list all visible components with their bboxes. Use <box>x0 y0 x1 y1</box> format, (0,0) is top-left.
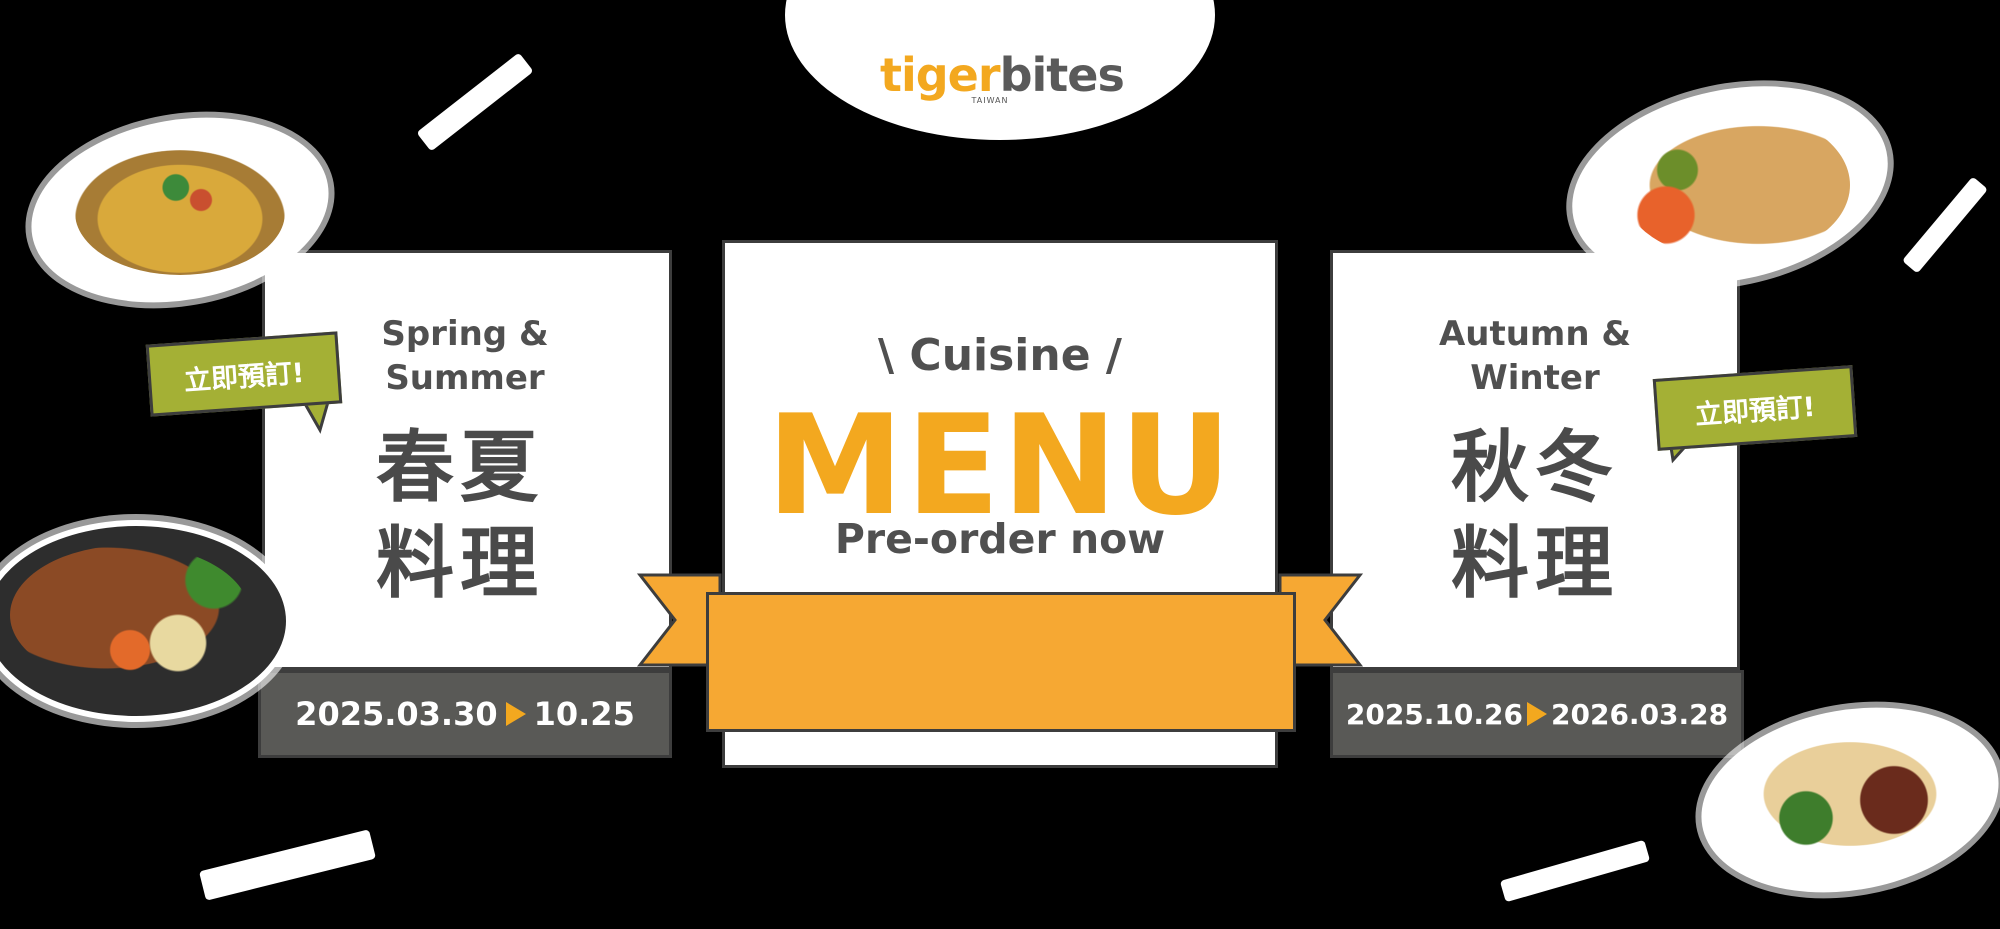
title-line: Spring & <box>381 314 549 354</box>
doodle-stroke <box>1499 839 1651 903</box>
spring-summer-date: 2025.03.30 10.25 <box>258 670 672 758</box>
cjk-line: 春夏 <box>375 423 544 513</box>
cjk-line: 料理 <box>375 519 544 609</box>
doodle-stroke <box>416 52 534 152</box>
food-fried-chicken <box>1620 110 1850 260</box>
doodle-stroke <box>198 829 377 901</box>
title-line: Winter <box>1470 358 1600 398</box>
logo-text-bites: bites <box>999 48 1125 102</box>
doodle-stroke <box>1901 176 1989 274</box>
food-braised-meat <box>10 545 250 685</box>
date-end: 10.25 <box>533 695 635 733</box>
play-arrow-icon <box>505 702 526 726</box>
food-fried-rice <box>75 150 285 275</box>
preorder-tag-left[interactable]: 立即預訂! <box>145 331 343 417</box>
title-line: Summer <box>385 358 545 398</box>
cuisine-label: \ Cuisine / <box>878 330 1122 381</box>
date-start: 2025.10.26 <box>1345 697 1523 731</box>
autumn-winter-title: Autumn & Winter <box>1420 312 1650 400</box>
spring-summer-title: Spring & Summer <box>360 312 570 400</box>
food-beef-udon <box>1740 740 1960 860</box>
autumn-winter-date: 2025.10.26 2026.03.28 <box>1330 670 1744 758</box>
preorder-label: Pre-order now <box>834 515 1166 563</box>
title-line: Autumn & <box>1438 314 1632 354</box>
tag-text: 立即預訂! <box>1694 391 1817 431</box>
date-start: 2025.03.30 <box>295 695 498 733</box>
tag-text: 立即預訂! <box>183 357 306 397</box>
spring-summer-cjk: 春夏 料理 <box>355 420 565 612</box>
cjk-line: 秋冬 <box>1450 423 1619 513</box>
logo-sub: TAIWAN <box>971 96 1009 105</box>
play-arrow-icon <box>1527 702 1547 726</box>
cjk-line: 料理 <box>1450 519 1619 609</box>
autumn-winter-cjk: 秋冬 料理 <box>1430 420 1640 612</box>
date-end: 2026.03.28 <box>1551 697 1729 731</box>
preorder-tag-right[interactable]: 立即預訂! <box>1652 365 1858 451</box>
logo-text-tiger: tiger <box>880 48 1001 102</box>
ribbon-banner <box>706 592 1296 732</box>
